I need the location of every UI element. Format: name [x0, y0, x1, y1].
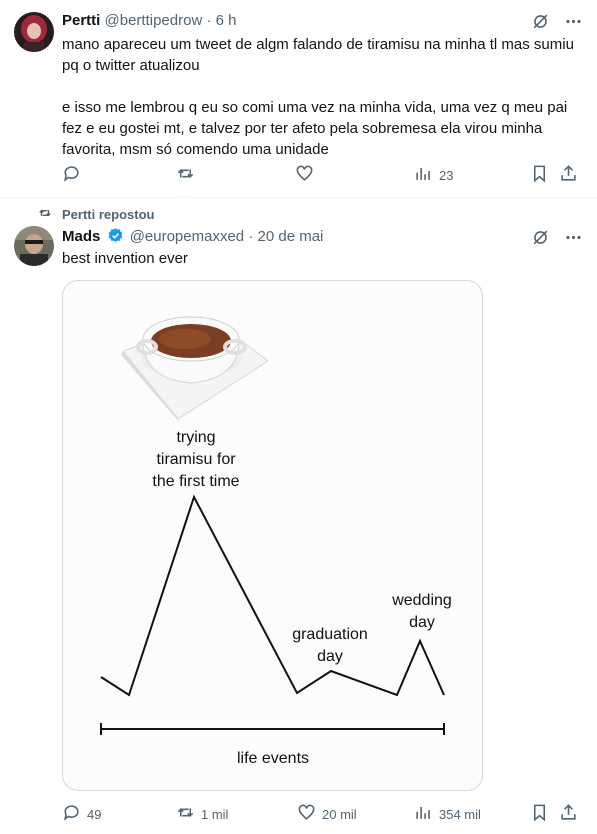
timestamp[interactable]: 6 h: [216, 12, 237, 29]
like-button[interactable]: [295, 164, 314, 186]
verified-icon[interactable]: [107, 227, 124, 244]
like-icon: [297, 803, 316, 825]
tweet-paragraph: mano apareceu um tweet de algm falando d…: [62, 36, 574, 74]
tweet-top-actions: [531, 12, 583, 36]
reply-count: 49: [87, 806, 102, 822]
chart-label-graduation: graduation: [292, 626, 368, 643]
chart-label-graduation: day: [317, 648, 343, 665]
display-name[interactable]: Pertti: [62, 12, 100, 29]
bookmark-icon: [530, 164, 549, 186]
views-count: 354 mil: [439, 806, 481, 822]
like-icon: [295, 164, 314, 186]
more-icon[interactable]: [564, 12, 583, 36]
chart-label-wedding: day: [409, 614, 435, 631]
bookmark-icon: [530, 803, 549, 825]
chart-label-peak: trying: [176, 429, 215, 446]
avatar-pertti[interactable]: [14, 12, 54, 52]
display-name[interactable]: Mads: [62, 228, 100, 245]
chart-axis: [100, 723, 445, 735]
repost-button[interactable]: 1 mil: [176, 803, 228, 825]
repost-icon: [176, 164, 195, 186]
share-icon: [559, 164, 578, 186]
avatar-mads[interactable]: [14, 226, 54, 266]
grok-icon[interactable]: [531, 12, 550, 36]
tweet-pertti[interactable]: Pertti @berttipedrow · 6 h mano apareceu…: [0, 0, 597, 197]
user-handle[interactable]: @europemaxxed: [130, 228, 244, 245]
separator-dot: ·: [206, 12, 212, 29]
tweet-actions: 49 1 mil 20 mil 354 mil: [62, 803, 584, 825]
tweet-mads[interactable]: Mads @europemaxxed · 20 de mai best inve…: [0, 198, 597, 834]
reply-button[interactable]: [62, 164, 81, 186]
tweet-header: Mads @europemaxxed · 20 de mai: [62, 227, 323, 245]
views-count: 23: [439, 167, 454, 183]
bookmark-button[interactable]: [530, 803, 549, 825]
tweet-paragraph: e isso me lembrou q eu so comi uma vez n…: [62, 99, 568, 158]
tweet-media-image[interactable]: trying tiramisu for the first time gradu…: [62, 280, 483, 791]
chart-axis-label: life events: [237, 750, 309, 767]
user-handle[interactable]: @berttipedrow: [105, 12, 203, 29]
tiramisu-cup-image: [121, 316, 269, 423]
chart-label-wedding: wedding: [391, 592, 452, 609]
views-button[interactable]: 354 mil: [414, 803, 481, 825]
repost-count: 1 mil: [201, 806, 229, 822]
chart-label-peak: the first time: [152, 473, 239, 490]
chart-label-peak: tiramisu for: [156, 451, 236, 468]
share-button[interactable]: [559, 164, 578, 186]
share-button[interactable]: [559, 803, 578, 825]
views-icon: [414, 164, 433, 186]
timestamp[interactable]: 20 de mai: [258, 228, 324, 245]
repost-icon: [176, 803, 195, 825]
reply-button[interactable]: 49: [62, 803, 101, 825]
reply-icon: [62, 164, 81, 186]
bookmark-button[interactable]: [530, 164, 549, 186]
separator-dot: ·: [248, 228, 254, 245]
reply-icon: [62, 803, 81, 825]
tweet-text: best invention ever: [62, 250, 188, 267]
share-icon: [559, 803, 578, 825]
tweet-header: Pertti @berttipedrow · 6 h: [62, 12, 237, 29]
tweet-text: mano apareceu um tweet de algm falando d…: [62, 34, 582, 160]
tweet-actions: 23: [62, 164, 584, 186]
like-count: 20 mil: [322, 806, 357, 822]
views-button[interactable]: 23: [414, 164, 453, 186]
views-icon: [414, 803, 433, 825]
like-button[interactable]: 20 mil: [297, 803, 357, 825]
repost-button[interactable]: [176, 164, 195, 186]
